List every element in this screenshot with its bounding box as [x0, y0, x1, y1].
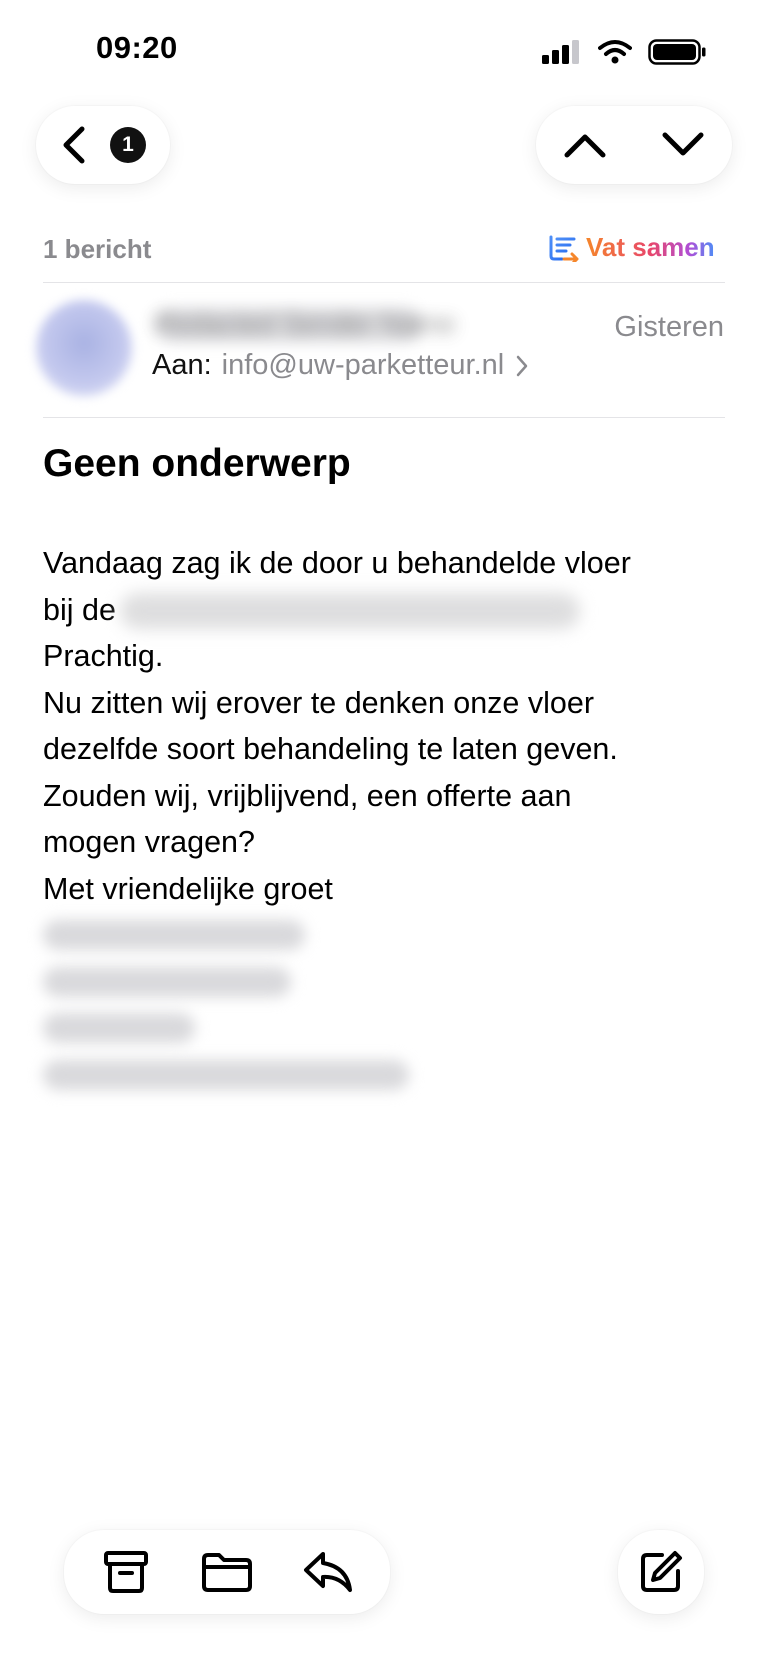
chevron-down-icon[interactable]	[661, 130, 705, 160]
redacted-text	[119, 593, 580, 630]
reply-button[interactable]	[298, 1542, 358, 1602]
signature-line-redacted	[43, 959, 733, 1006]
divider	[43, 417, 725, 418]
back-button[interactable]: 1	[36, 106, 170, 184]
body-line: dezelfde soort behandeling te laten geve…	[43, 732, 618, 766]
message-date: Gisteren	[614, 311, 724, 343]
status-time: 09:20	[96, 30, 178, 65]
unread-count-badge: 1	[110, 127, 146, 163]
message-count: 1 bericht	[43, 234, 152, 264]
reply-icon	[303, 1552, 352, 1592]
cellular-signal-icon	[542, 40, 579, 64]
move-to-folder-button[interactable]	[197, 1542, 257, 1602]
body-line: bij de	[43, 592, 116, 627]
body-line: Zouden wij, vrijblijvend, een offerte aa…	[43, 778, 572, 813]
chevron-right-icon	[516, 355, 528, 376]
compose-icon	[641, 1551, 682, 1592]
to-address[interactable]: info@uw-parketteur.nl	[222, 349, 505, 382]
divider	[43, 282, 725, 283]
compose-button[interactable]	[618, 1530, 704, 1614]
to-label: Aan:	[152, 349, 212, 381]
battery-icon	[648, 39, 706, 65]
summarize-label: Vat samen	[586, 232, 715, 262]
body-line: Met vriendelijke groet	[43, 871, 333, 906]
summarize-button[interactable]: Vat samen	[548, 232, 715, 263]
message-navigation	[536, 106, 732, 184]
signature-line-redacted	[43, 1005, 733, 1052]
recipient-line[interactable]: Aan: info@uw-parketteur.nl	[152, 349, 530, 382]
status-icons	[542, 36, 706, 68]
body-line: Nu zitten wij erover te denken onze vloe…	[43, 685, 594, 720]
folder-icon	[201, 1553, 252, 1592]
message-subject: Geen onderwerp	[43, 442, 351, 485]
signature-line-redacted	[43, 912, 733, 959]
body-line: mogen vragen?	[43, 825, 255, 859]
wifi-icon	[598, 40, 632, 64]
body-line: Prachtig.	[43, 639, 164, 673]
body-line: Vandaag zag ik de door u behandelde vloe…	[43, 546, 631, 580]
sender-name[interactable]: Redacted Sender Name	[155, 308, 455, 340]
archive-icon	[104, 1551, 149, 1593]
bottom-toolbar	[64, 1530, 390, 1614]
message-body: Vandaag zag ik de door u behandelde vloe…	[43, 540, 733, 1098]
chevron-left-icon	[63, 126, 85, 164]
archive-button[interactable]	[96, 1542, 156, 1602]
summarize-icon	[549, 235, 579, 262]
avatar[interactable]	[36, 300, 132, 396]
signature-line-redacted	[43, 1052, 733, 1099]
body-line-with-redaction: bij de	[43, 587, 733, 634]
chevron-up-icon[interactable]	[563, 130, 607, 160]
